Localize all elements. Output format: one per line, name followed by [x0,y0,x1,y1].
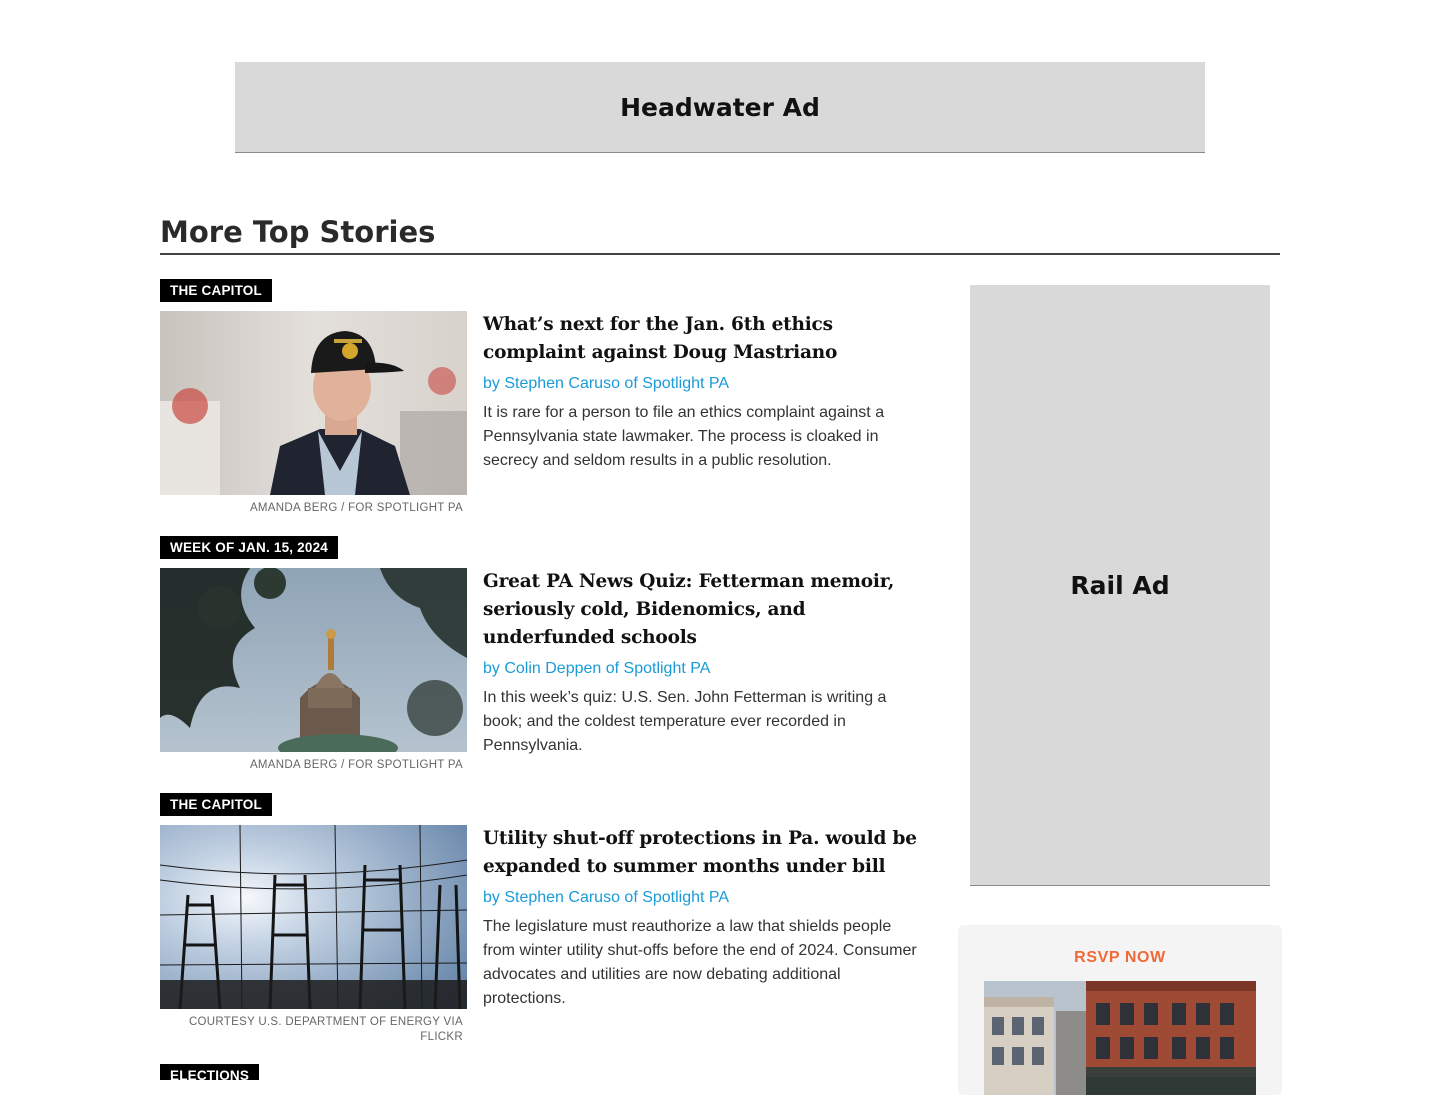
rail-ad-label: Rail Ad [1070,570,1170,600]
photo-credit: COURTESY U.S. DEPARTMENT OF ENERGY VIA F… [188,1016,463,1043]
photo-credit: AMANDA BERG / FOR SPOTLIGHT PA [249,502,463,514]
section-header: More Top Stories [160,212,1280,255]
story-card: THE CAPITOL [160,793,920,1053]
event-promo-card[interactable]: RSVP NOW [958,925,1282,1095]
story-dek: It is rare for a person to file an ethic… [483,404,885,469]
story-kicker[interactable]: ELECTIONS [160,1064,260,1080]
story-card: ELECTIONS [160,1064,920,1080]
story-card: THE CAPITOL [160,279,920,519]
story-image[interactable] [160,825,467,1009]
section-title: More Top Stories [160,215,436,249]
story-card: WEEK OF JAN. 15, 2024 AMANDA BERG / FOR … [160,536,920,776]
story-headline[interactable]: Utility shut-off protections in Pa. woul… [483,825,920,881]
headwater-ad[interactable]: Headwater Ad [235,62,1205,153]
rail-ad[interactable]: Rail Ad [970,285,1270,886]
story-kicker[interactable]: WEEK OF JAN. 15, 2024 [160,536,339,559]
story-byline[interactable]: by Stephen Caruso of Spotlight PA [483,887,920,909]
story-headline[interactable]: Great PA News Quiz: Fetterman memoir, se… [483,568,920,652]
story-image[interactable] [160,568,467,752]
story-dek: In this week’s quiz: U.S. Sen. John Fett… [483,689,887,754]
story-dek: The legislature must reauthorize a law t… [483,918,917,1007]
story-text: Utility shut-off protections in Pa. woul… [483,825,920,1011]
story-headline[interactable]: What’s next for the Jan. 6th ethics comp… [483,311,920,367]
photo-credit: AMANDA BERG / FOR SPOTLIGHT PA [249,759,463,771]
story-kicker[interactable]: THE CAPITOL [160,793,272,816]
story-text: What’s next for the Jan. 6th ethics comp… [483,311,920,473]
promo-image[interactable] [984,981,1256,1095]
story-image[interactable] [160,311,467,495]
rsvp-link[interactable]: RSVP NOW [958,949,1282,967]
headwater-ad-label: Headwater Ad [620,92,820,122]
story-kicker[interactable]: THE CAPITOL [160,279,272,302]
story-byline[interactable]: by Colin Deppen of Spotlight PA [483,658,920,680]
story-text: Great PA News Quiz: Fetterman memoir, se… [483,568,920,758]
story-byline[interactable]: by Stephen Caruso of Spotlight PA [483,373,920,395]
